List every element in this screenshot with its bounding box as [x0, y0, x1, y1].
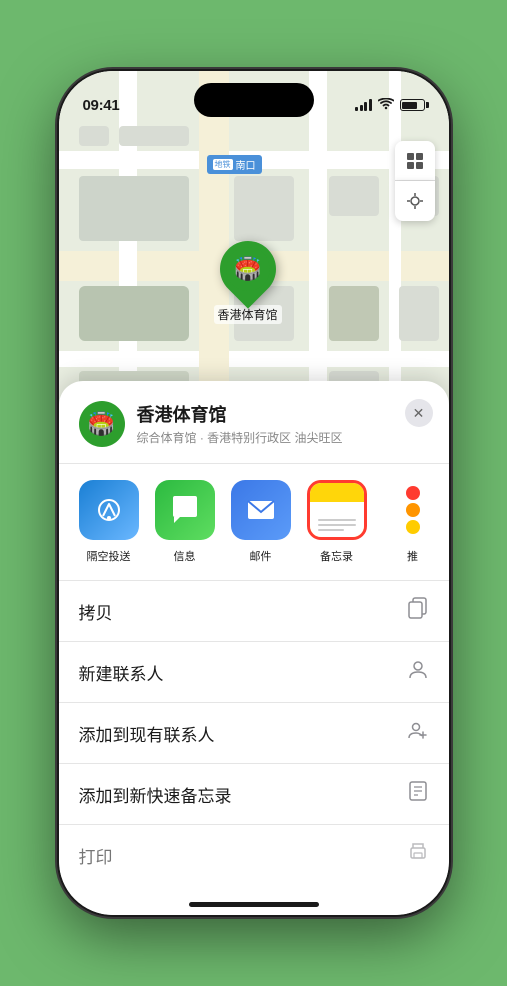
copy-label: 拷贝: [79, 599, 113, 624]
share-more[interactable]: 推: [383, 480, 443, 564]
close-icon: ✕: [413, 406, 425, 420]
messages-icon: [155, 480, 215, 540]
signal-icon: [355, 99, 372, 111]
airdrop-icon: [79, 480, 139, 540]
action-add-to-contact[interactable]: 添加到现有联系人: [59, 703, 449, 764]
battery-icon: [400, 99, 425, 111]
location-name: 香港体育馆: [137, 401, 429, 427]
notes-icon-wrap: [307, 480, 367, 540]
mail-icon: [231, 480, 291, 540]
action-add-to-notes[interactable]: 添加到新快速备忘录: [59, 764, 449, 825]
map-view-button[interactable]: [395, 141, 435, 181]
action-copy[interactable]: 拷贝: [59, 581, 449, 642]
location-subtitle: 综合体育馆 · 香港特别行政区 油尖旺区: [137, 429, 429, 446]
notes-label: 备忘录: [320, 548, 353, 564]
share-messages[interactable]: 信息: [155, 480, 215, 564]
print-icon: [407, 841, 429, 869]
add-to-notes-label: 添加到新快速备忘录: [79, 782, 232, 807]
more-label: 推: [407, 548, 418, 564]
share-notes[interactable]: 备忘录: [307, 480, 367, 564]
share-mail[interactable]: 邮件: [231, 480, 291, 564]
map-controls: [395, 141, 435, 221]
print-label: 打印: [79, 843, 113, 868]
messages-label: 信息: [174, 548, 196, 564]
metro-label: 地铁 南口: [207, 155, 262, 174]
status-icons: [355, 98, 425, 113]
new-contact-label: 新建联系人: [79, 660, 164, 685]
dynamic-island: [194, 83, 314, 117]
mail-label: 邮件: [250, 548, 272, 564]
action-new-contact[interactable]: 新建联系人: [59, 642, 449, 703]
add-to-contact-label: 添加到现有联系人: [79, 721, 215, 746]
wifi-icon: [378, 98, 394, 113]
bottom-sheet: 🏟️ 香港体育馆 综合体育馆 · 香港特别行政区 油尖旺区 ✕: [59, 381, 449, 915]
phone-screen: 09:41: [59, 71, 449, 915]
more-icon: [383, 480, 443, 540]
status-time: 09:41: [83, 97, 120, 114]
location-info: 香港体育馆 综合体育馆 · 香港特别行政区 油尖旺区: [137, 401, 429, 446]
home-indicator: [189, 902, 319, 907]
copy-icon: [407, 597, 429, 625]
location-venue-icon: 🏟️: [79, 401, 125, 447]
action-print[interactable]: 打印: [59, 825, 449, 885]
location-header: 🏟️ 香港体育馆 综合体育馆 · 香港特别行政区 油尖旺区 ✕: [59, 381, 449, 464]
add-to-notes-icon: [407, 780, 429, 808]
close-button[interactable]: ✕: [405, 399, 433, 427]
add-to-contact-icon: [407, 719, 429, 747]
airdrop-label: 隔空投送: [87, 548, 131, 564]
phone-frame: 09:41: [59, 71, 449, 915]
share-airdrop[interactable]: 隔空投送: [79, 480, 139, 564]
location-pin: 🏟️ 香港体育馆: [214, 241, 282, 324]
location-button[interactable]: [395, 181, 435, 221]
share-row: 隔空投送 信息: [59, 464, 449, 581]
new-contact-icon: [407, 658, 429, 686]
